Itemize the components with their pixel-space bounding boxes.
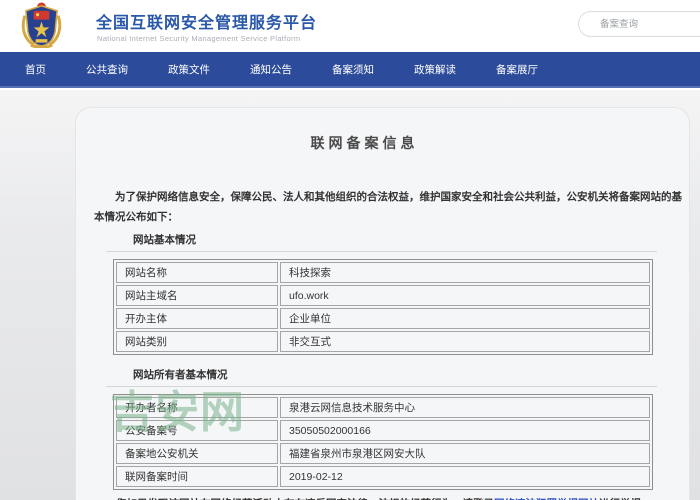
table-row: 公安备案号 35050502000166: [116, 420, 650, 441]
row-value: 泉港云网信息技术服务中心: [280, 397, 650, 418]
section-title: 网站所有者基本情况: [133, 369, 228, 381]
site-owner-info-table: 开办者名称 泉港云网信息技术服务中心 公安备案号 35050502000166 …: [113, 394, 653, 490]
site-subtitle: National Internet Security Management Se…: [97, 34, 301, 43]
site-basic-info-table: 网站名称 科技探索 网站主域名 ufo.work 开办主体 企业单位 网站类别 …: [113, 259, 653, 355]
content-panel: 联网备案信息 为了保护网络信息安全，保障公民、法人和其他组织的合法权益，维护国家…: [75, 107, 690, 500]
row-label: 备案地公安机关: [116, 443, 278, 464]
nav-item-policy-files[interactable]: 政策文件: [168, 62, 210, 77]
row-value: 非交互式: [280, 331, 650, 352]
row-label: 网站主域名: [116, 285, 278, 306]
table-row: 网站主域名 ufo.work: [116, 285, 650, 306]
section-divider: [106, 386, 657, 387]
row-label: 开办者名称: [116, 397, 278, 418]
row-value: 科技探索: [280, 262, 650, 283]
nav-item-filing-guide[interactable]: 备案须知: [332, 62, 374, 77]
table-row: 开办者名称 泉港云网信息技术服务中心: [116, 397, 650, 418]
nav-item-filing-hall[interactable]: 备案展厅: [496, 62, 538, 77]
section-site-owner-info: 网站所有者基本情况 开办者名称 泉港云网信息技术服务中心 公安备案号 35050…: [106, 368, 657, 490]
table-row: 网站名称 科技探索: [116, 262, 650, 283]
row-value: ufo.work: [280, 285, 650, 306]
table-row: 联网备案时间 2019-02-12: [116, 466, 650, 487]
page-title: 联网备案信息: [310, 135, 419, 151]
section-title: 网站基本情况: [133, 234, 196, 246]
search-box: [578, 11, 700, 37]
row-label: 联网备案时间: [116, 466, 278, 487]
section-site-basic-info: 网站基本情况 网站名称 科技探索 网站主域名 ufo.work 开办主体 企业单…: [106, 233, 657, 355]
nav-item-notices[interactable]: 通知公告: [250, 62, 292, 77]
search-input[interactable]: [579, 12, 700, 36]
police-badge-icon: [21, 2, 62, 48]
site-title: 全国互联网安全管理服务平台: [96, 15, 318, 32]
row-label: 公安备案号: [116, 420, 278, 441]
row-value: 35050502000166: [280, 420, 650, 441]
row-label: 开办主体: [116, 308, 278, 329]
row-label: 网站类别: [116, 331, 278, 352]
intro-paragraph: 为了保护网络信息安全，保障公民、法人和其他组织的合法权益，维护国家安全和社会公共…: [94, 191, 682, 223]
report-notice: 您如果发现该网站在网络经营活动中存在违反国家法律、法规的经营行为，请登录网络违法…: [116, 496, 689, 500]
main-nav: 首页 公共查询 政策文件 通知公告 备案须知 政策解读 备案展厅: [0, 52, 700, 88]
row-value: 企业单位: [280, 308, 650, 329]
row-label: 网站名称: [116, 262, 278, 283]
table-row: 开办主体 企业单位: [116, 308, 650, 329]
site-header: 全国互联网安全管理服务平台 National Internet Security…: [0, 0, 700, 52]
nav-item-home[interactable]: 首页: [25, 62, 46, 77]
nav-item-public-query[interactable]: 公共查询: [86, 62, 128, 77]
row-value: 福建省泉州市泉港区网安大队: [280, 443, 650, 464]
table-row: 备案地公安机关 福建省泉州市泉港区网安大队: [116, 443, 650, 464]
row-value: 2019-02-12: [280, 466, 650, 487]
nav-item-policy-reading[interactable]: 政策解读: [414, 62, 456, 77]
section-divider: [106, 251, 657, 252]
table-row: 网站类别 非交互式: [116, 331, 650, 352]
